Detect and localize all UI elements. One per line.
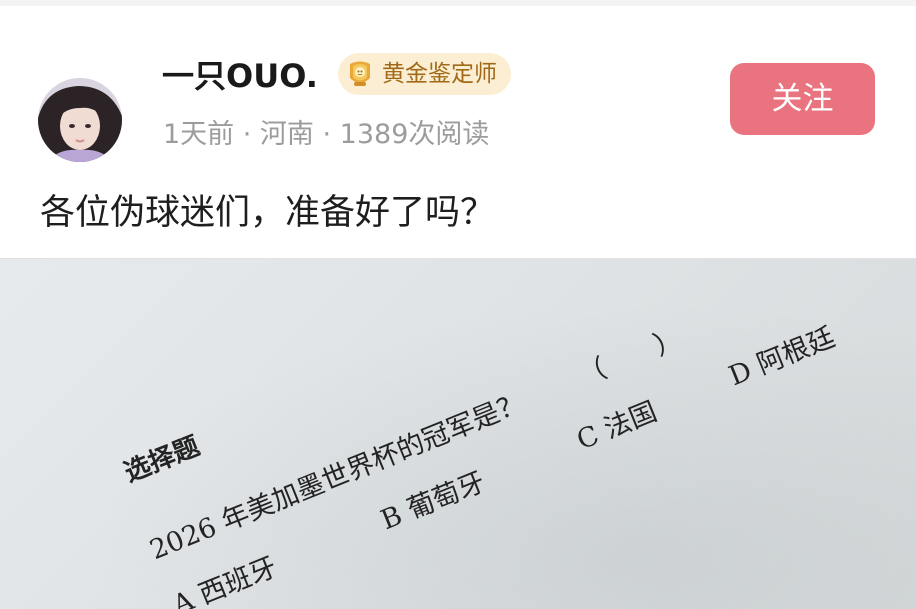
worksheet-heading: 选择题 xyxy=(120,431,204,489)
answer-blank: （ ） xyxy=(574,323,687,393)
username[interactable]: 一只OUO. xyxy=(162,56,318,96)
gold-appraiser-icon xyxy=(350,61,370,86)
post-page: 一只OUO. 黄金鉴定师 1天前 · 河南 · 1389次阅读 关注 各位伪球迷… xyxy=(0,0,916,609)
post-photo[interactable]: 选择题 2026 年美加墨世界杯的冠军是？ （ ） A 西班牙 B 葡萄牙 C … xyxy=(0,258,916,609)
post-meta: 1天前 · 河南 · 1389次阅读 xyxy=(163,119,490,150)
option-d: D 阿根廷 xyxy=(724,321,840,393)
worksheet: 选择题 2026 年美加墨世界杯的冠军是？ （ ） A 西班牙 B 葡萄牙 C … xyxy=(0,259,916,609)
post-text: 各位伪球迷们，准备好了吗？ xyxy=(40,193,496,233)
follow-button[interactable]: 关注 xyxy=(730,63,875,135)
avatar-image xyxy=(38,78,122,162)
top-divider xyxy=(0,0,916,6)
option-c: C 法国 xyxy=(572,396,662,457)
badge-label: 黄金鉴定师 xyxy=(382,61,497,87)
avatar[interactable] xyxy=(38,78,122,162)
appraiser-badge[interactable]: 黄金鉴定师 xyxy=(338,53,511,95)
